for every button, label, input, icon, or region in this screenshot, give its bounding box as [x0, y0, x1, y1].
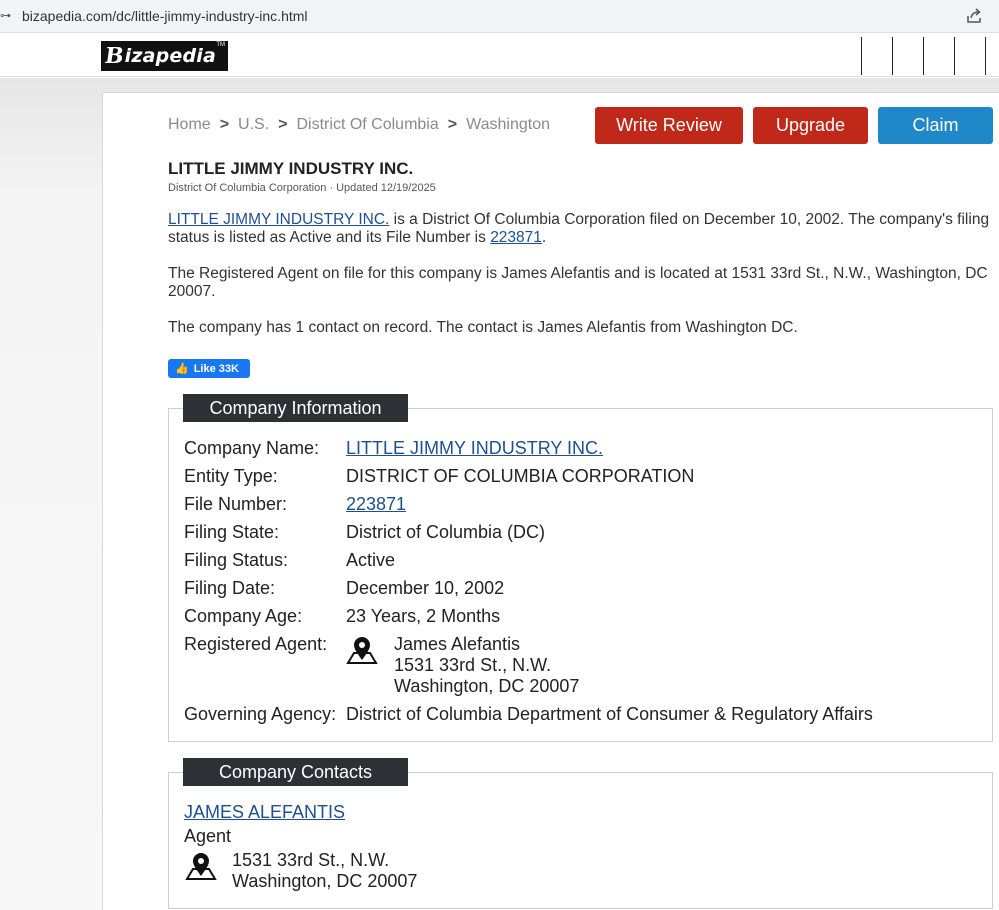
breadcrumb-separator: > [219, 116, 230, 133]
agent-street: 1531 33rd St., N.W. [394, 655, 552, 675]
logo-text: izapedia [124, 45, 217, 67]
summary-paragraph-2: The Registered Agent on file for this co… [168, 265, 988, 300]
breadcrumb: Home > U.S. > District Of Columbia > Washingto… [168, 116, 550, 134]
facebook-like-button[interactable]: 👍 Like 33K [168, 359, 250, 378]
contact-name-link[interactable]: JAMES ALEFANTIS [184, 802, 345, 823]
claim-button[interactable]: Claim [878, 107, 993, 144]
file-number-link[interactable]: 223871 [490, 229, 542, 246]
thumbs-up-icon: 👍 [175, 362, 189, 375]
company-name-link[interactable]: LITTLE JIMMY INDUSTRY INC. [168, 211, 389, 228]
logo-mark: B [103, 43, 126, 69]
breadcrumb-washington[interactable]: Washington [466, 116, 550, 133]
contact-address: 1531 33rd St., N.W. Washington, DC 20007 [232, 850, 417, 892]
contact-street: 1531 33rd St., N.W. [232, 850, 390, 870]
summary-period: . [541, 229, 547, 246]
company-name-value-link[interactable]: LITTLE JIMMY INDUSTRY INC. [346, 438, 603, 459]
breadcrumb-separator: > [278, 116, 288, 133]
info-label: Governing Agency: [184, 704, 337, 724]
page-title: LITTLE JIMMY INDUSTRY INC. [168, 159, 414, 178]
info-label: Company Name: [184, 438, 320, 458]
registered-agent-address: James Alefantis 1531 33rd St., N.W. Wash… [394, 634, 579, 697]
info-value: DISTRICT OF COLUMBIA CORPORATION [346, 466, 695, 486]
info-value: District of Columbia Department of Consu… [346, 704, 873, 724]
bizapedia-logo[interactable]: B izapedia TM [101, 41, 228, 71]
site-header: B izapedia TM [0, 33, 999, 77]
company-contacts-heading: Company Contacts [183, 758, 408, 786]
info-value: 23 Years, 2 Months [346, 606, 501, 626]
agent-city: Washington, DC 20007 [394, 676, 580, 696]
info-label: Registered Agent: [184, 634, 328, 654]
page-subtitle: District Of Columbia Corporation · Updat… [168, 182, 436, 194]
logo-trademark: TM [216, 42, 225, 48]
site-info-icon[interactable]: ⊶ [0, 9, 11, 22]
contact-city: Washington, DC 20007 [232, 871, 418, 891]
summary-paragraph-3: The company has 1 contact on record. The… [168, 319, 798, 336]
map-pin-icon[interactable] [184, 852, 218, 882]
header-menu-dividers [859, 37, 999, 75]
info-label: Filing Date: [184, 578, 276, 598]
upgrade-button[interactable]: Upgrade [753, 107, 868, 144]
map-pin-icon[interactable] [345, 636, 379, 666]
agent-name: James Alefantis [394, 634, 521, 654]
breadcrumb-separator: > [447, 116, 458, 133]
info-value: December 10, 2002 [346, 578, 505, 598]
contact-role: Agent [184, 826, 232, 846]
company-information-heading: Company Information [183, 394, 408, 422]
info-label: Filing State: [184, 522, 280, 542]
info-label: Entity Type: [184, 466, 278, 486]
info-label: File Number: [184, 494, 288, 514]
info-value: District of Columbia (DC) [346, 522, 546, 542]
breadcrumb-us[interactable]: U.S. [238, 116, 269, 133]
like-count: Like 33K [193, 362, 239, 375]
breadcrumb-district-of-columbia[interactable]: District Of Columbia [297, 116, 439, 133]
info-label: Company Age: [184, 606, 303, 626]
info-label: Filing Status: [184, 550, 289, 570]
write-review-button[interactable]: Write Review [595, 107, 743, 144]
url-text[interactable]: bizapedia.com/dc/little-jimmy-industry-i… [22, 8, 308, 24]
breadcrumb-home[interactable]: Home [168, 116, 211, 133]
share-icon[interactable] [965, 7, 983, 25]
browser-address-bar[interactable]: ⊶ bizapedia.com/dc/little-jimmy-industry… [0, 0, 999, 33]
info-value: Active [346, 550, 396, 570]
summary-paragraph-1: LITTLE JIMMY INDUSTRY INC. is a District… [168, 211, 993, 247]
file-number-value-link[interactable]: 223871 [346, 494, 406, 515]
